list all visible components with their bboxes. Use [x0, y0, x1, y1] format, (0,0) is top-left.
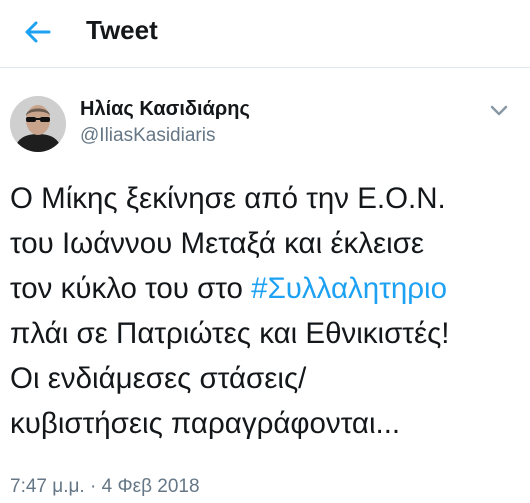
tweet-line: πλάι σε Πατριώτες και Εθνικιστές!	[10, 317, 450, 350]
page-title: Tweet	[86, 15, 158, 45]
tweet-line-text: τον κύκλο του στο	[10, 272, 252, 305]
tweet-line: τον κύκλο του στο #Συλλαλητηριο	[10, 266, 525, 311]
hashtag-link[interactable]: #Συλλαλητηριο	[251, 272, 447, 305]
tweet-text: Ο Μίκης ξεκίνησε από την Ε.Ο.Ν. του Ιωάν…	[10, 176, 525, 446]
tweet-line: Οι ενδιάμεσες στάσεις/	[10, 362, 307, 395]
tweet-author: Ηλίας Κασιδιάρης @IliasKasidiaris	[0, 84, 530, 164]
tweet-line: κυβιστήσεις παραγράφονται...	[10, 407, 401, 440]
chevron-down-icon[interactable]	[484, 96, 514, 124]
tweet-line: του Ιωάννου Μεταξά και έκλεισε	[10, 227, 425, 260]
author-handle[interactable]: @IliasKasidiaris	[80, 124, 215, 148]
top-bar: Tweet	[0, 0, 530, 68]
tweet-line: Ο Μίκης ξεκίνησε από την Ε.Ο.Ν.	[10, 182, 446, 215]
author-name[interactable]: Ηλίας Κασιδιάρης	[80, 96, 250, 122]
back-arrow-icon[interactable]	[22, 18, 52, 46]
avatar[interactable]	[10, 96, 66, 152]
tweet-timestamp[interactable]: 7:47 μ.μ. · 4 Φεβ 2018	[10, 474, 200, 500]
